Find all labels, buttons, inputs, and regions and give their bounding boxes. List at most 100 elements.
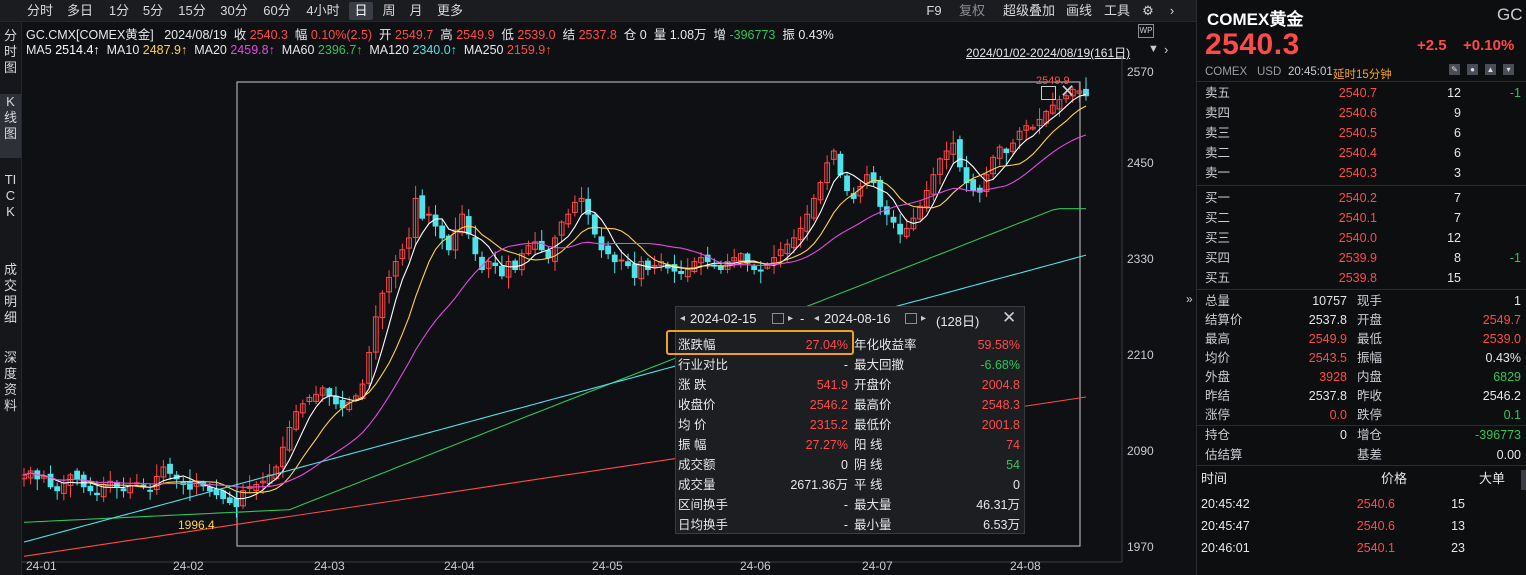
stat-label: 跌停 [1357,408,1383,422]
tick-header: 时间 [1201,471,1228,486]
edit-icon[interactable]: ✎ [1449,64,1460,75]
calendar-icon[interactable] [772,313,784,324]
menu-icon[interactable]: ▾ [1503,64,1514,75]
stat-label: 基差 [1357,448,1383,462]
candle-body [54,486,61,492]
draw-line-button[interactable]: 画线 [1064,2,1094,20]
book-change: -1 [1509,251,1521,265]
candle-body [512,260,519,270]
book-level-label: 卖一 [1205,166,1231,180]
period-60min[interactable]: 60分 [258,2,296,20]
tab-tick[interactable]: TICK [0,172,21,252]
period-5min[interactable]: 5分 [138,2,168,20]
popup-label: 最大回撤 [854,358,905,372]
adjust-button[interactable]: 复权 [955,2,989,20]
period-15min[interactable]: 15分 [173,2,211,20]
book-change [1467,208,1521,228]
popup-label: 振 幅 [678,438,707,452]
candle-body [645,260,651,270]
bell-icon[interactable]: ● [1467,64,1478,75]
period-1min[interactable]: 1分 [104,2,134,20]
tab-trade-detail[interactable]: 成交明细 [0,262,21,338]
tick-cell: 2540.6 [1356,497,1395,511]
chevron-right-icon[interactable]: › [1164,2,1180,20]
scrollbar[interactable] [1521,470,1526,490]
period-week[interactable]: 周 [377,2,401,20]
candle-body [492,262,499,267]
period-30min[interactable]: 30分 [215,2,253,20]
popup-value: 54 [1006,458,1020,472]
next-end-icon[interactable]: ▸ [921,313,926,324]
period-day[interactable]: 日 [349,2,373,20]
gear-icon[interactable]: ⚙ [1138,2,1158,20]
next-start-icon[interactable]: ▸ [788,313,793,324]
low-marker-label: 1996.4 [178,518,215,532]
stat-label: 振幅 [1357,351,1383,365]
candle-body [87,485,94,492]
book-volume: 7 [1454,191,1461,205]
prev-start-icon[interactable]: ◂ [680,313,685,324]
period-4hour[interactable]: 4小时 [302,2,344,20]
candle-body [877,179,884,207]
start-date-field[interactable]: 2024-02-15 [690,311,757,326]
period-toolbar: 分时 多日 1分 5分 15分 30分 60分 4小时 日 周 月 更多 F9 … [0,0,1196,22]
tab-fenshi[interactable]: 分时图 [0,28,21,84]
period-more[interactable]: 更多 [432,2,468,20]
y-tick-4: 2090 [1127,444,1154,458]
popup-label: 均 价 [678,418,707,432]
popup-close-icon[interactable]: ✕ [1002,308,1016,328]
period-fenshi[interactable]: 分时 [22,2,58,20]
tab-kline[interactable]: K线图 [0,94,21,158]
super-overlay-button[interactable]: 超级叠加 [1000,2,1058,20]
f9-button[interactable]: F9 [922,2,946,20]
popup-label: 平 线 [854,478,883,492]
tools-button[interactable]: 工具 [1101,2,1133,20]
book-volume: 8 [1454,251,1461,265]
pin-icon[interactable]: ▲ [1485,64,1496,75]
prev-end-icon[interactable]: ◂ [814,313,819,324]
book-volume: 12 [1447,231,1461,245]
book-level-label: 买四 [1205,251,1231,265]
popup-value: 2001.8 [981,418,1020,432]
stat-label: 开盘 [1357,313,1383,327]
popup-label: 涨跌幅 [678,338,716,352]
candle-body [333,395,339,405]
popup-value: 2546.2 [809,398,848,412]
popup-value: - [843,518,848,532]
end-date-field[interactable]: 2024-08-16 [824,311,891,326]
tab-depth-info[interactable]: 深度资料 [0,350,21,426]
maximize-icon[interactable] [1041,86,1056,100]
popup-value: 6.53万 [983,518,1020,532]
candle-body [1003,148,1010,154]
candle-body [465,216,472,235]
close-icon[interactable]: ✕ [1060,82,1075,100]
book-change [1467,228,1521,248]
period-multiday[interactable]: 多日 [62,2,98,20]
instrument-name: COMEX黄金 [1207,10,1304,29]
book-level-label: 卖五 [1205,86,1231,100]
candle-body [419,195,426,219]
book-price: 2540.1 [1338,211,1377,225]
popup-label: 成交额 [678,458,716,472]
popup-value: 2548.3 [981,398,1020,412]
expand-panel-icon[interactable]: » [1186,292,1193,306]
candle-body [897,223,904,235]
calendar-icon-2[interactable] [905,313,917,324]
x-tick-4: 24-05 [592,559,623,573]
stat-value: 2537.8 [1308,313,1347,327]
stat-value: 6829 [1493,370,1521,384]
exchange-label: COMEX [1205,66,1248,78]
x-tick-3: 24-04 [444,559,475,573]
book-volume: 3 [1454,166,1461,180]
popup-value: 0 [841,458,848,472]
popup-value: 74 [1006,438,1020,452]
book-level-label: 卖四 [1205,106,1231,120]
stat-value: 2549.9 [1308,332,1347,346]
book-level-label: 卖三 [1205,126,1231,140]
candle-body [220,490,227,500]
stat-value: 2549.7 [1482,313,1521,327]
book-price: 2540.6 [1338,106,1377,120]
book-volume: 6 [1454,146,1461,160]
stat-label: 内盘 [1357,370,1383,384]
period-month[interactable]: 月 [404,2,428,20]
